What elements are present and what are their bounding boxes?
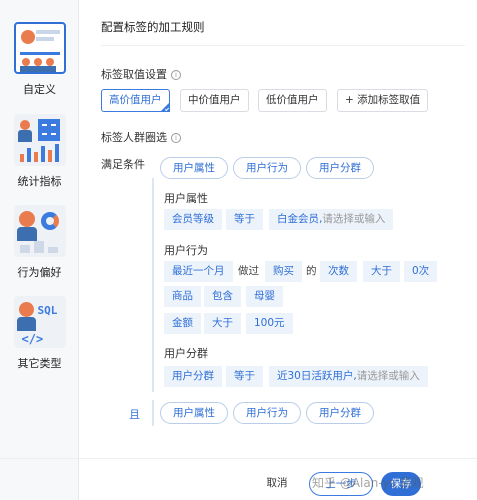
filter1-field-select[interactable]: 商品 (164, 286, 201, 307)
option-label: 低价值用户 (266, 94, 319, 106)
selected-value: 近30日活跃用户, (277, 370, 357, 382)
audience-title: 标签人群圈选 i (101, 129, 181, 145)
sidebar-item-other[interactable]: SQL </> 其它类型 (0, 296, 79, 371)
value-option-low[interactable]: 低价值用户 (258, 89, 327, 112)
and-bracket (152, 400, 154, 426)
behavior-did-text: 做过 (238, 265, 259, 277)
behavior-of-text: 的 (306, 265, 317, 277)
filter2-op-select[interactable]: 大于 (204, 313, 241, 334)
sidebar-item-label: 自定义 (23, 83, 56, 96)
behavior-group-title: 用户行为 (164, 244, 208, 257)
footer-divider (0, 458, 477, 459)
filter1-value-select[interactable]: 母婴 (246, 286, 283, 307)
condition-label: 满足条件 (101, 158, 145, 171)
custom-audience-icon (13, 22, 66, 74)
add-value-button[interactable]: + 添加标签取值 (337, 89, 429, 112)
and-add-attr-button[interactable]: 用户属性 (160, 402, 228, 424)
attr-op-select[interactable]: 等于 (226, 209, 263, 230)
segment-field-select[interactable]: 用户分群 (164, 366, 222, 387)
segment-group-title: 用户分群 (164, 347, 208, 360)
selected-value: 白金会员, (277, 213, 323, 225)
section-title: 标签取值设置 (101, 68, 167, 81)
behavior-op-select[interactable]: 大于 (363, 261, 400, 282)
section-title: 标签人群圈选 (101, 131, 167, 144)
segment-value-input[interactable]: 近30日活跃用户,请选择或输入 (269, 366, 428, 387)
condition-bracket (152, 178, 154, 392)
value-option-high[interactable]: 高价值用户 (101, 89, 170, 112)
sidebar-item-label: 统计指标 (17, 175, 62, 188)
behavior-action-select[interactable]: 购买 (265, 261, 302, 282)
sidebar-item-label: 行为偏好 (17, 266, 62, 279)
sidebar: 自定义 统计指标 行为偏好 SQL </> 其它类型 (0, 0, 79, 500)
cancel-button[interactable]: 取消 (255, 472, 299, 496)
sidebar-item-behavior[interactable]: 行为偏好 (0, 205, 79, 280)
add-segment-button[interactable]: 用户分群 (306, 157, 374, 179)
behavior-metric-select[interactable]: 次数 (320, 261, 357, 282)
sidebar-item-label: 其它类型 (17, 357, 62, 370)
filter1-op-select[interactable]: 包含 (204, 286, 241, 307)
button-label: + 添加标签取值 (345, 94, 421, 106)
and-add-behavior-button[interactable]: 用户行为 (233, 402, 301, 424)
behavior-value-input[interactable]: 0次 (404, 261, 438, 282)
segment-op-select[interactable]: 等于 (226, 366, 263, 387)
sidebar-item-statistics[interactable]: 统计指标 (0, 114, 79, 189)
page-title: 配置标签的加工规则 (101, 20, 205, 34)
option-label: 高价值用户 (109, 94, 162, 106)
placeholder-text: 请选择或输入 (322, 213, 386, 225)
attr-field-select[interactable]: 会员等级 (164, 209, 222, 230)
attr-value-input[interactable]: 白金会员,请选择或输入 (269, 209, 394, 230)
and-add-segment-button[interactable]: 用户分群 (306, 402, 374, 424)
attr-group-title: 用户属性 (164, 192, 208, 205)
sql-code-icon: SQL </> (13, 296, 66, 348)
option-label: 中价值用户 (188, 94, 241, 106)
add-attr-button[interactable]: 用户属性 (160, 157, 228, 179)
info-icon[interactable]: i (171, 70, 181, 80)
value-option-mid[interactable]: 中价值用户 (180, 89, 249, 112)
value-settings-title: 标签取值设置 i (101, 66, 181, 82)
filter2-field-select[interactable]: 金额 (164, 313, 201, 334)
statistics-chart-icon (13, 114, 66, 166)
watermark: 知乎 @Alan-ys 易观 (312, 476, 424, 490)
placeholder-text: 请选择或输入 (356, 370, 420, 382)
behavior-time-select[interactable]: 最近一个月 (164, 261, 233, 282)
and-label: 且 (129, 408, 140, 421)
info-icon[interactable]: i (171, 133, 181, 143)
filter2-value-input[interactable]: 100元 (246, 313, 293, 334)
divider (101, 45, 465, 46)
main-panel: 配置标签的加工规则 标签取值设置 i 高价值用户 中价值用户 低价值用户 + 添加… (80, 0, 477, 500)
behavior-preference-icon (13, 205, 66, 257)
add-behavior-button[interactable]: 用户行为 (233, 157, 301, 179)
sidebar-item-custom[interactable]: 自定义 (0, 22, 79, 97)
